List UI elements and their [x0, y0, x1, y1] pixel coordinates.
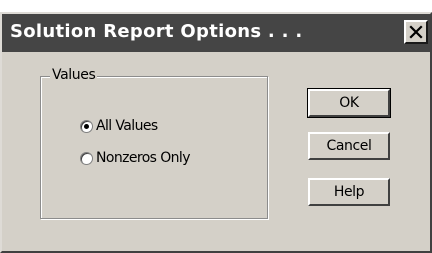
close-button[interactable] — [404, 20, 428, 44]
radio-selected-dot — [84, 123, 89, 129]
ok-button[interactable]: OK — [307, 88, 391, 118]
solution-report-options-dialog: Solution Report Options . . . Values All… — [0, 12, 432, 253]
radio-button-nonzeros-only[interactable] — [80, 151, 93, 165]
close-icon — [409, 25, 423, 39]
radio-label-all-values[interactable]: All Values — [96, 118, 158, 134]
dialog-title: Solution Report Options . . . — [10, 21, 303, 42]
radio-nonzeros-only[interactable]: Nonzeros Only — [80, 149, 191, 167]
values-groupbox — [40, 76, 268, 219]
help-button[interactable]: Help — [308, 178, 390, 206]
title-bar[interactable]: Solution Report Options . . . — [2, 14, 430, 52]
radio-label-nonzeros-only[interactable]: Nonzeros Only — [96, 150, 191, 166]
radio-all-values[interactable]: All Values — [80, 117, 158, 135]
values-group-legend: Values — [50, 67, 98, 83]
radio-button-all-values[interactable] — [80, 119, 93, 133]
cancel-button[interactable]: Cancel — [308, 132, 390, 160]
